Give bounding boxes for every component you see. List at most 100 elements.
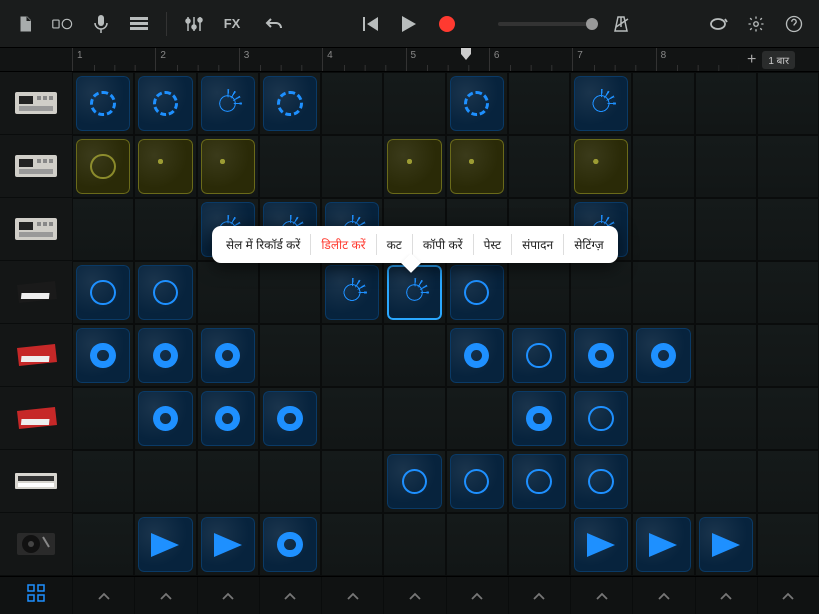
loop-cell-r4-c3[interactable] — [259, 324, 321, 387]
grid-mode-button[interactable] — [26, 583, 46, 608]
loop-cell-r5-c3[interactable] — [259, 387, 321, 450]
ruler-bar-5[interactable]: 5 — [406, 48, 489, 71]
loop-cell-r3-c3[interactable] — [259, 261, 321, 324]
loop-cell-r2-c1[interactable] — [134, 198, 196, 261]
mic-button[interactable] — [86, 9, 116, 39]
track-header-keyboard-2[interactable] — [0, 324, 72, 387]
loop-cell-r1-c2[interactable] — [197, 135, 259, 198]
loop-cell-r3-c8[interactable] — [570, 261, 632, 324]
loop-cell-r1-c0[interactable] — [72, 135, 134, 198]
context-menu-item-0[interactable]: सेल में रिकॉर्ड करें — [216, 234, 311, 255]
loop-cell-r1-c8[interactable] — [570, 135, 632, 198]
loop-cell-r1-c10[interactable] — [695, 135, 757, 198]
loop-cell-r1-c3[interactable] — [259, 135, 321, 198]
loop-cell-r5-c8[interactable] — [570, 387, 632, 450]
loop-cell-r7-c9[interactable] — [632, 513, 694, 576]
loop-cell-r0-c9[interactable] — [632, 72, 694, 135]
loop-cell-r5-c2[interactable] — [197, 387, 259, 450]
track-header-keyboard-3[interactable] — [0, 387, 72, 450]
loop-cell-r4-c5[interactable] — [383, 324, 445, 387]
tracks-list-button[interactable] — [124, 9, 154, 39]
loop-cell-r3-c4[interactable] — [321, 261, 383, 324]
column-trigger-10[interactable] — [632, 577, 694, 614]
loop-cell-r0-c4[interactable] — [321, 72, 383, 135]
loop-cell-r5-c9[interactable] — [632, 387, 694, 450]
ruler-bar-6[interactable]: 6 — [489, 48, 572, 71]
loop-cell-r0-c5[interactable] — [383, 72, 445, 135]
loop-cell-r0-c8[interactable] — [570, 72, 632, 135]
column-trigger-4[interactable] — [259, 577, 321, 614]
column-trigger-3[interactable] — [197, 577, 259, 614]
loop-cell-r1-c7[interactable] — [508, 135, 570, 198]
loop-cell-r7-c7[interactable] — [508, 513, 570, 576]
track-header-keyboard-1[interactable] — [0, 261, 72, 324]
loop-cell-r7-c5[interactable] — [383, 513, 445, 576]
column-trigger-11[interactable] — [695, 577, 757, 614]
loop-cell-r7-c3[interactable] — [259, 513, 321, 576]
loop-cell-r1-c9[interactable] — [632, 135, 694, 198]
ruler-bar-3[interactable]: 3 — [239, 48, 322, 71]
loop-cell-r0-c2[interactable] — [197, 72, 259, 135]
loop-cell-r3-c2[interactable] — [197, 261, 259, 324]
loop-cell-r5-c10[interactable] — [695, 387, 757, 450]
rewind-button[interactable] — [356, 9, 386, 39]
column-trigger-8[interactable] — [508, 577, 570, 614]
loop-cell-r6-c10[interactable] — [695, 450, 757, 513]
loop-cell-r3-c0[interactable] — [72, 261, 134, 324]
track-header-drum-machine-2[interactable] — [0, 135, 72, 198]
loop-cell-r6-c5[interactable] — [383, 450, 445, 513]
context-menu-item-2[interactable]: कट — [377, 234, 413, 255]
loop-cell-r1-c4[interactable] — [321, 135, 383, 198]
loop-cell-r5-c4[interactable] — [321, 387, 383, 450]
ruler-bar-2[interactable]: 2 — [155, 48, 238, 71]
loop-cell-r5-c7[interactable] — [508, 387, 570, 450]
fx-button[interactable]: FX — [217, 9, 247, 39]
loop-cell-r4-c2[interactable] — [197, 324, 259, 387]
undo-button[interactable] — [259, 9, 289, 39]
volume-slider[interactable] — [498, 22, 598, 26]
loop-cell-r5-c6[interactable] — [446, 387, 508, 450]
loop-cell-r4-c7[interactable] — [508, 324, 570, 387]
context-menu-item-3[interactable]: कॉपी करें — [413, 234, 474, 255]
track-header-turntable-1[interactable] — [0, 513, 72, 576]
ruler-bar-7[interactable]: 7 — [572, 48, 655, 71]
loop-cell-r6-c4[interactable] — [321, 450, 383, 513]
view-mode-button[interactable] — [48, 9, 78, 39]
loop-cell-r7-c6[interactable] — [446, 513, 508, 576]
loop-cell-r6-c9[interactable] — [632, 450, 694, 513]
loop-cell-r5-c5[interactable] — [383, 387, 445, 450]
loop-cell-r1-c11[interactable] — [757, 135, 819, 198]
loop-cell-r7-c8[interactable] — [570, 513, 632, 576]
loop-cell-r3-c1[interactable] — [134, 261, 196, 324]
context-menu-item-6[interactable]: सेटिंग्ज़ — [564, 234, 613, 255]
loop-cell-r4-c10[interactable] — [695, 324, 757, 387]
column-trigger-2[interactable] — [134, 577, 196, 614]
loop-cell-r4-c11[interactable] — [757, 324, 819, 387]
loop-cell-r6-c6[interactable] — [446, 450, 508, 513]
volume-knob[interactable] — [586, 18, 598, 30]
loop-cell-r2-c0[interactable] — [72, 198, 134, 261]
loop-cell-r4-c8[interactable] — [570, 324, 632, 387]
ruler-bar-8[interactable]: 8 — [656, 48, 739, 71]
loop-cell-r4-c6[interactable] — [446, 324, 508, 387]
loop-cell-r3-c5[interactable] — [383, 261, 445, 324]
new-project-button[interactable] — [10, 9, 40, 39]
column-trigger-12[interactable] — [757, 577, 819, 614]
loop-cell-r7-c2[interactable] — [197, 513, 259, 576]
context-menu-item-5[interactable]: संपादन — [512, 234, 564, 255]
loop-cell-r7-c11[interactable] — [757, 513, 819, 576]
bars-count-chip[interactable]: 1 बार — [762, 51, 795, 69]
play-button[interactable] — [394, 9, 424, 39]
loop-cell-r3-c9[interactable] — [632, 261, 694, 324]
loop-cell-r7-c0[interactable] — [72, 513, 134, 576]
loop-cell-r2-c10[interactable] — [695, 198, 757, 261]
add-section-button[interactable]: + — [747, 51, 756, 69]
loop-cell-r3-c7[interactable] — [508, 261, 570, 324]
settings-button[interactable] — [741, 9, 771, 39]
loop-cell-r7-c10[interactable] — [695, 513, 757, 576]
loop-cell-r7-c4[interactable] — [321, 513, 383, 576]
loop-cell-r5-c1[interactable] — [134, 387, 196, 450]
help-button[interactable] — [779, 9, 809, 39]
track-header-drum-machine-3[interactable] — [0, 198, 72, 261]
loop-cell-r6-c1[interactable] — [134, 450, 196, 513]
